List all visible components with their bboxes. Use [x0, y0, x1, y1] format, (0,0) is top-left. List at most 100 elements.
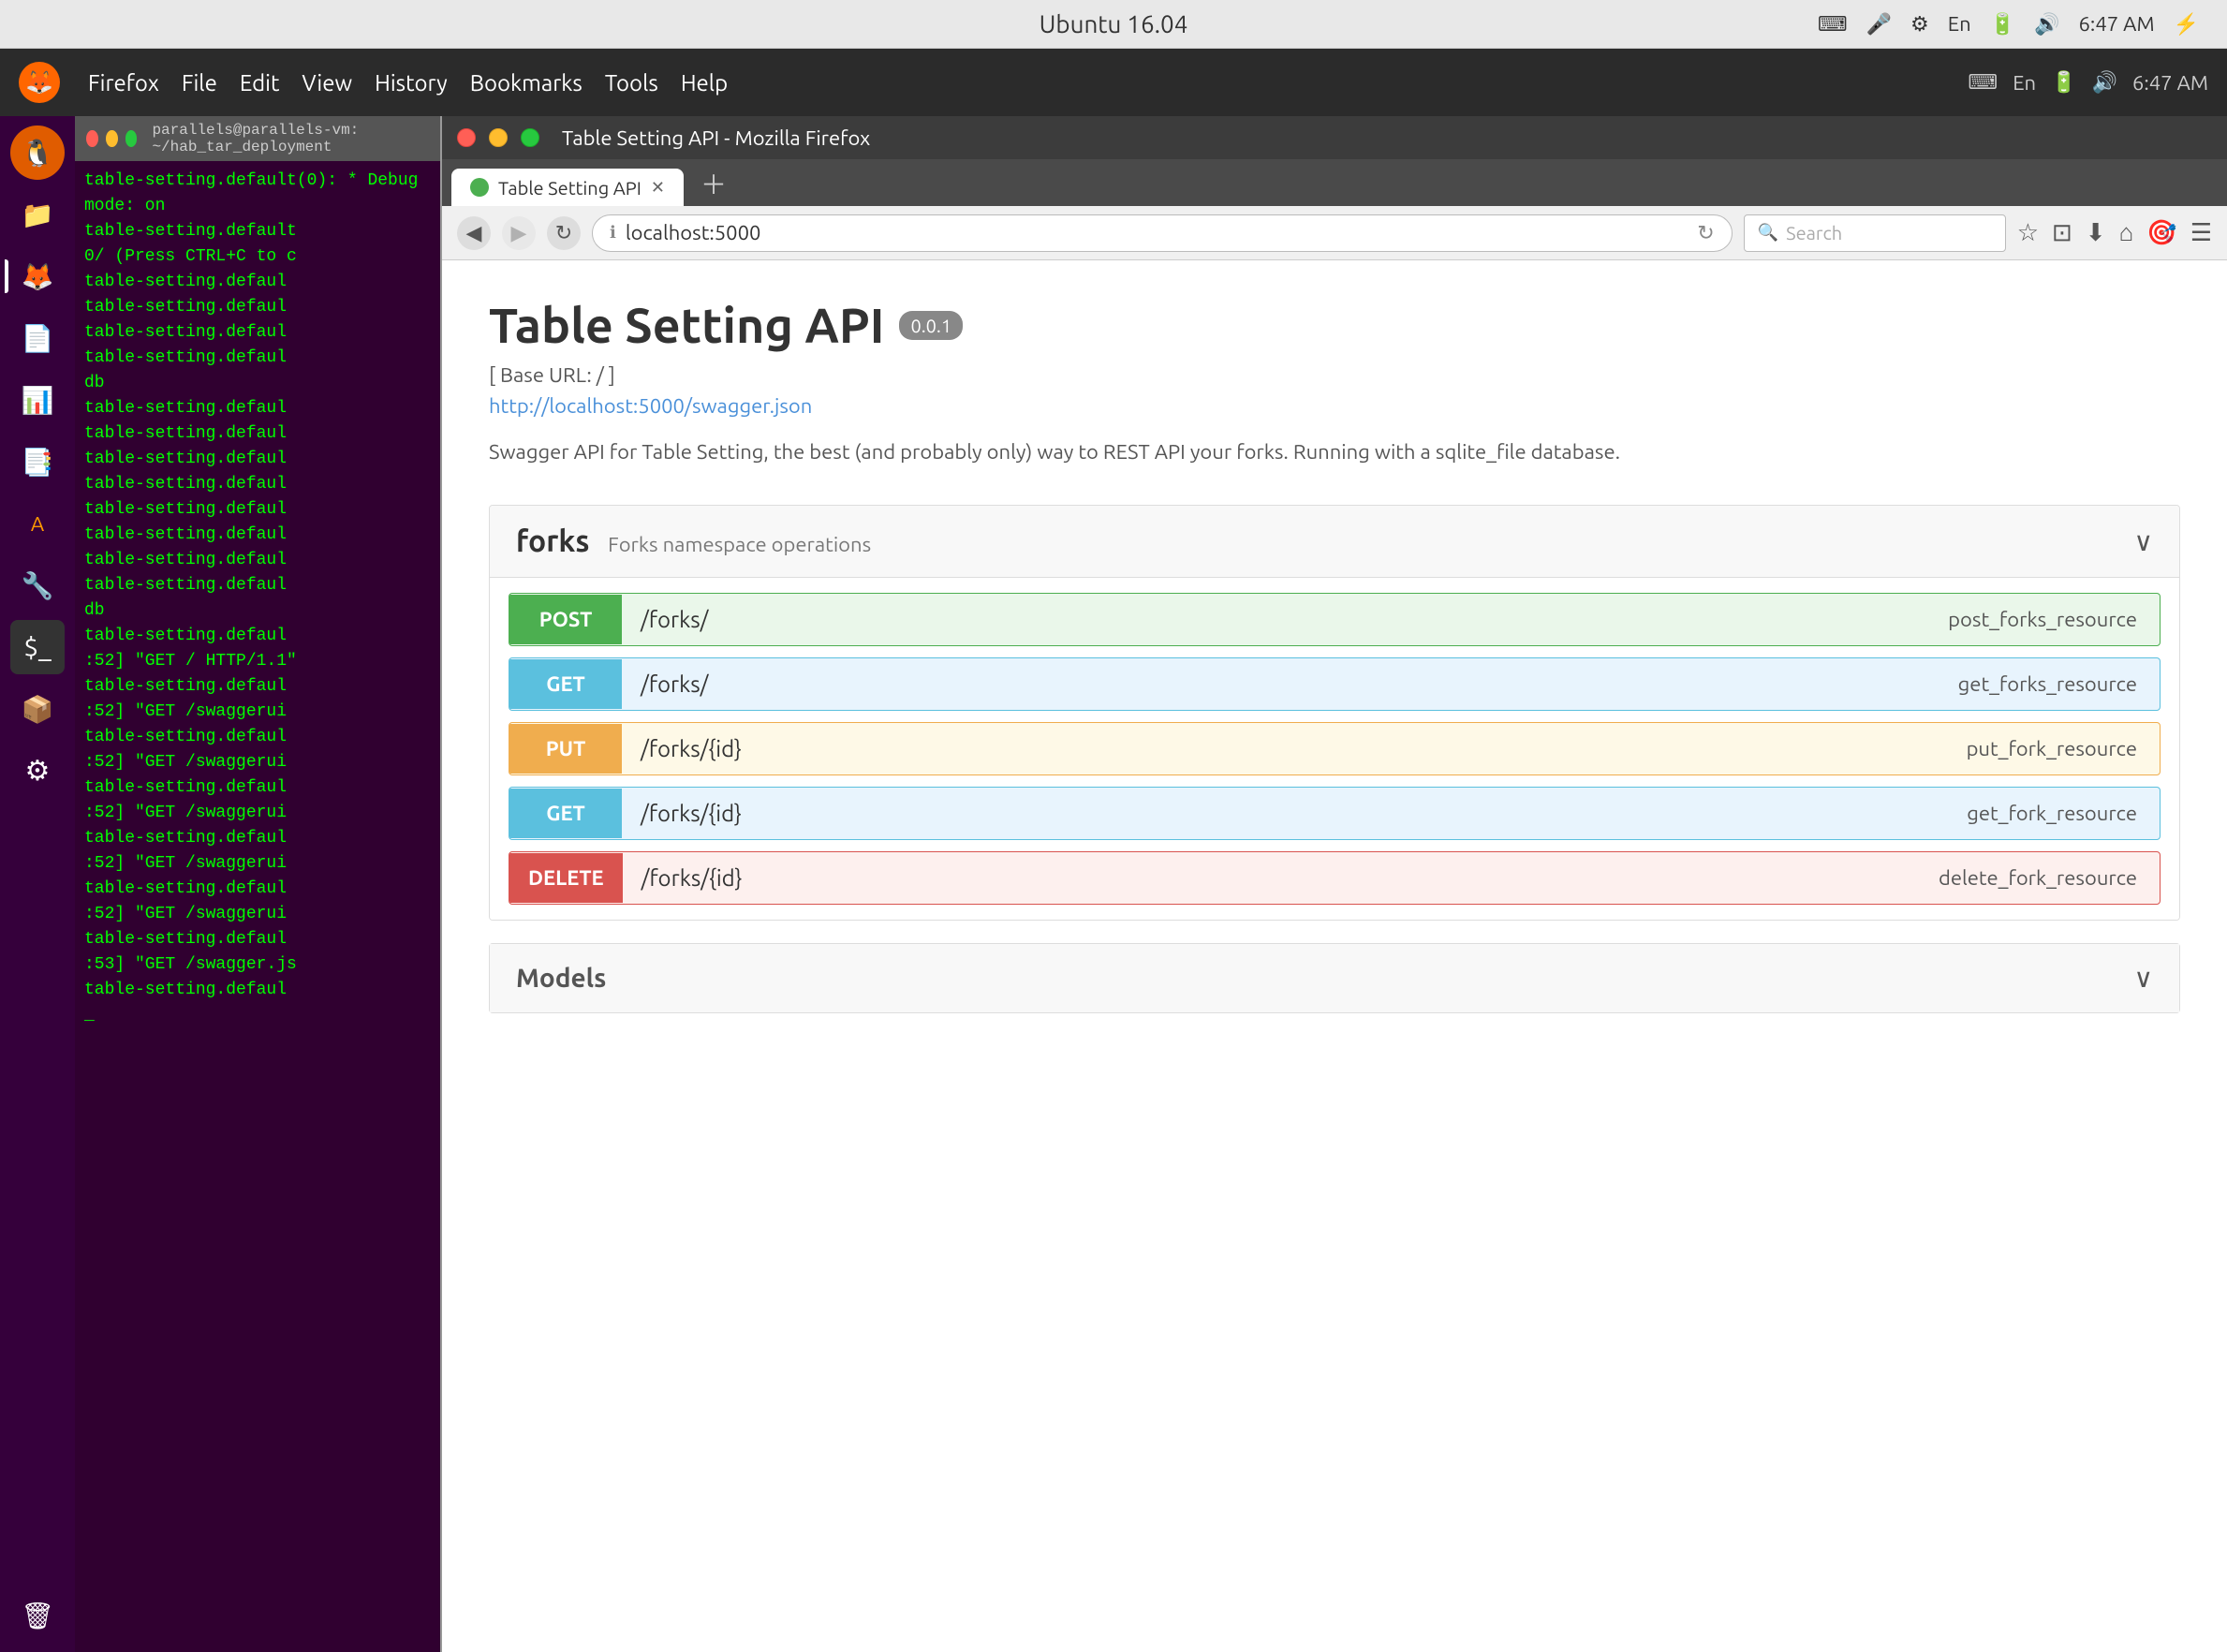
sidebar-icon-terminal[interactable]: $_ [10, 620, 65, 674]
home-icon[interactable]: ⌂ [2119, 218, 2134, 247]
post-forks-path: /forks/ [622, 594, 1925, 645]
get-forks-operation-id: get_forks_resource [1936, 659, 2160, 709]
menu-icon[interactable]: ☰ [2190, 218, 2212, 247]
lang-indicator: En [2013, 71, 2036, 95]
nav-forward-btn[interactable]: ▶ [502, 216, 536, 250]
new-tab-btn[interactable]: ＋ [691, 161, 736, 206]
models-title: Models [516, 964, 606, 993]
sidebar-icon-trash[interactable]: 🗑 [10, 1588, 65, 1643]
menu-edit[interactable]: Edit [240, 70, 280, 96]
menu-file[interactable]: File [182, 70, 217, 96]
endpoint-get-fork[interactable]: GET /forks/{id} get_fork_resource [509, 787, 2161, 840]
menu-firefox[interactable]: Firefox [88, 70, 159, 96]
bookmark-star-icon[interactable]: ☆ [2017, 218, 2039, 247]
sidebar-icon-document[interactable]: 📄 [10, 311, 65, 365]
browser-window: Table Setting API - Mozilla Firefox Tabl… [440, 116, 2227, 1652]
terminal-line: table-setting.defaul [84, 877, 435, 902]
nav-refresh-btn[interactable]: ↻ [547, 216, 581, 250]
mic-icon: 🎤 [1866, 12, 1892, 37]
window-minimize-btn[interactable] [489, 128, 508, 147]
window-close-btn[interactable] [457, 128, 476, 147]
nav-back-btn[interactable]: ◀ [457, 216, 491, 250]
browser-window-title: Table Setting API - Mozilla Firefox [562, 126, 870, 150]
sidebar-icon-amazon[interactable]: A [10, 496, 65, 551]
terminal-title: parallels@parallels-vm: ~/hab_tar_deploy… [152, 122, 434, 155]
volume-icon: 🔊 [2034, 12, 2059, 37]
settings-icon: ⚙ [1910, 12, 1929, 37]
terminal-line: table-setting.defaul [84, 674, 435, 700]
network-status: En [1948, 12, 1971, 36]
delete-fork-operation-id: delete_fork_resource [1916, 853, 2160, 903]
put-fork-path: /forks/{id} [622, 723, 1944, 774]
post-method-badge: POST [509, 595, 622, 644]
terminal-line: table-setting.defaul [84, 927, 435, 952]
api-title-section: Table Setting API 0.0.1 [489, 298, 2180, 352]
tab-title: Table Setting API [498, 177, 642, 199]
api-title-text: Table Setting API [489, 298, 884, 352]
browser-nav: ◀ ▶ ↻ ℹ localhost:5000 ↻ 🔍 Search ☆ ⊡ ⬇ … [442, 206, 2227, 260]
sidebar-icon-settings[interactable]: ⚙ [10, 744, 65, 798]
battery-icon: 🔋 [1990, 12, 2015, 37]
address-bar[interactable]: ℹ localhost:5000 ↻ [592, 214, 1733, 252]
terminal-line: table-setting.defaul [84, 725, 435, 750]
terminal-line: table-setting.defaul [84, 497, 435, 523]
main-layout: 🐧 📁 🦊 📄 📊 📑 A 🔧 $_ 📦 ⚙ 🗑 parallels@paral… [0, 116, 2227, 1652]
forks-chevron-icon: ∨ [2134, 526, 2154, 557]
reading-mode-icon[interactable]: ⊡ [2052, 218, 2072, 247]
menu-view[interactable]: View [302, 70, 352, 96]
clock-indicator: 6:47 AM [2132, 71, 2208, 95]
terminal-minimize-btn[interactable] [106, 130, 118, 147]
terminal-line: :53] "GET /swagger.js [84, 952, 435, 978]
sidebar-icon-presentation[interactable]: 📑 [10, 435, 65, 489]
endpoint-put-fork[interactable]: PUT /forks/{id} put_fork_resource [509, 722, 2161, 775]
browser-tabs: Table Setting API ✕ ＋ [442, 159, 2227, 206]
post-forks-operation-id: post_forks_resource [1925, 595, 2160, 644]
battery-indicator: 🔋 [2051, 70, 2076, 95]
firefox-menu-items: Firefox File Edit View History Bookmarks… [88, 70, 728, 96]
endpoint-delete-fork[interactable]: DELETE /forks/{id} delete_fork_resource [509, 851, 2161, 905]
menu-history[interactable]: History [375, 70, 448, 96]
menu-tools[interactable]: Tools [605, 70, 658, 96]
terminal-line: :52] "GET /swaggerui [84, 851, 435, 877]
terminal-line: table-setting.defaul [84, 775, 435, 801]
forks-namespace-desc: Forks namespace operations [608, 533, 871, 556]
terminal-line: table-setting.defaul [84, 978, 435, 1003]
terminal-line: table-setting.default(0): * Debug mode: … [84, 169, 435, 219]
sidebar-icon-tools[interactable]: 🔧 [10, 558, 65, 612]
api-version-badge: 0.0.1 [899, 311, 963, 340]
get-method-badge-fork: GET [509, 789, 622, 838]
get-fork-path: /forks/{id} [622, 788, 1944, 839]
terminal-line: 0/ (Press CTRL+C to c [84, 244, 435, 270]
sidebar-icon-software[interactable]: 📦 [10, 682, 65, 736]
menu-help[interactable]: Help [681, 70, 728, 96]
search-bar[interactable]: 🔍 Search [1744, 214, 2006, 252]
terminal-line: _ [84, 1003, 435, 1028]
forks-namespace-header[interactable]: forks Forks namespace operations ∨ [490, 506, 2179, 578]
browser-tab-active[interactable]: Table Setting API ✕ [451, 169, 684, 206]
tab-favicon [470, 178, 489, 197]
terminal-line: table-setting.defaul [84, 472, 435, 497]
download-icon[interactable]: ⬇ [2086, 218, 2106, 247]
models-section: Models ∨ [489, 943, 2180, 1013]
models-header[interactable]: Models ∨ [490, 944, 2179, 1012]
terminal-close-btn[interactable] [86, 130, 98, 147]
sidebar-icon-ubuntu[interactable]: 🐧 [10, 125, 65, 180]
menu-bookmarks[interactable]: Bookmarks [470, 70, 583, 96]
tab-close-btn[interactable]: ✕ [651, 178, 665, 198]
sidebar-icon-firefox[interactable]: 🦊 [10, 249, 65, 303]
browser-titlebar: Table Setting API - Mozilla Firefox [442, 116, 2227, 159]
endpoint-post-forks[interactable]: POST /forks/ post_forks_resource [509, 593, 2161, 646]
terminal-line: table-setting.defaul [84, 396, 435, 421]
swagger-json-link[interactable]: http://localhost:5000/swagger.json [489, 394, 2180, 418]
sidebar-icon-files[interactable]: 📁 [10, 187, 65, 242]
sidebar-icon-spreadsheet[interactable]: 📊 [10, 373, 65, 427]
terminal-line: db [84, 371, 435, 396]
api-description: Swagger API for Table Setting, the best … [489, 436, 2180, 467]
pocket-icon[interactable]: 🎯 [2146, 218, 2176, 247]
endpoint-get-forks[interactable]: GET /forks/ get_forks_resource [509, 657, 2161, 711]
window-maximize-btn[interactable] [521, 128, 539, 147]
firefox-logo[interactable]: 🦊 [19, 62, 60, 103]
terminal-line: table-setting.defaul [84, 447, 435, 472]
terminal-maximize-btn[interactable] [125, 130, 138, 147]
address-refresh-icon: ↻ [1697, 221, 1714, 245]
